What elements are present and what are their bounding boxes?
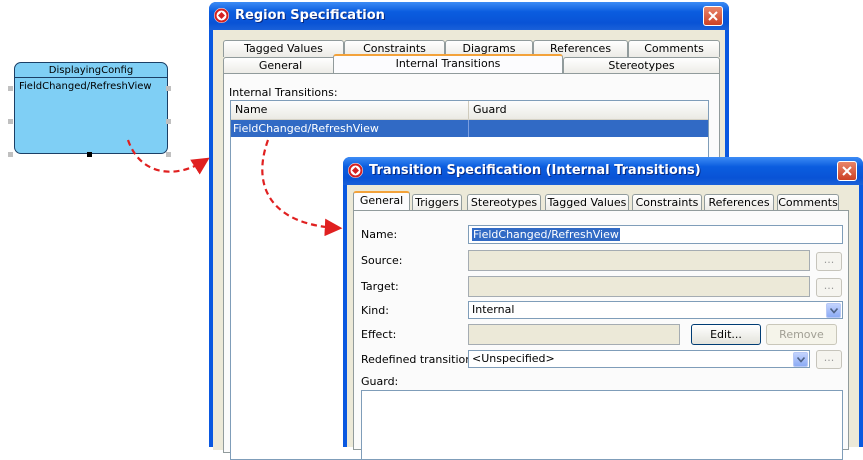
arrow-row-to-transition bbox=[261, 139, 343, 237]
tab-internal-transitions[interactable]: Internal Transitions bbox=[333, 54, 563, 73]
tab-general[interactable]: General bbox=[353, 191, 410, 210]
arrow-state-to-region bbox=[126, 139, 210, 175]
